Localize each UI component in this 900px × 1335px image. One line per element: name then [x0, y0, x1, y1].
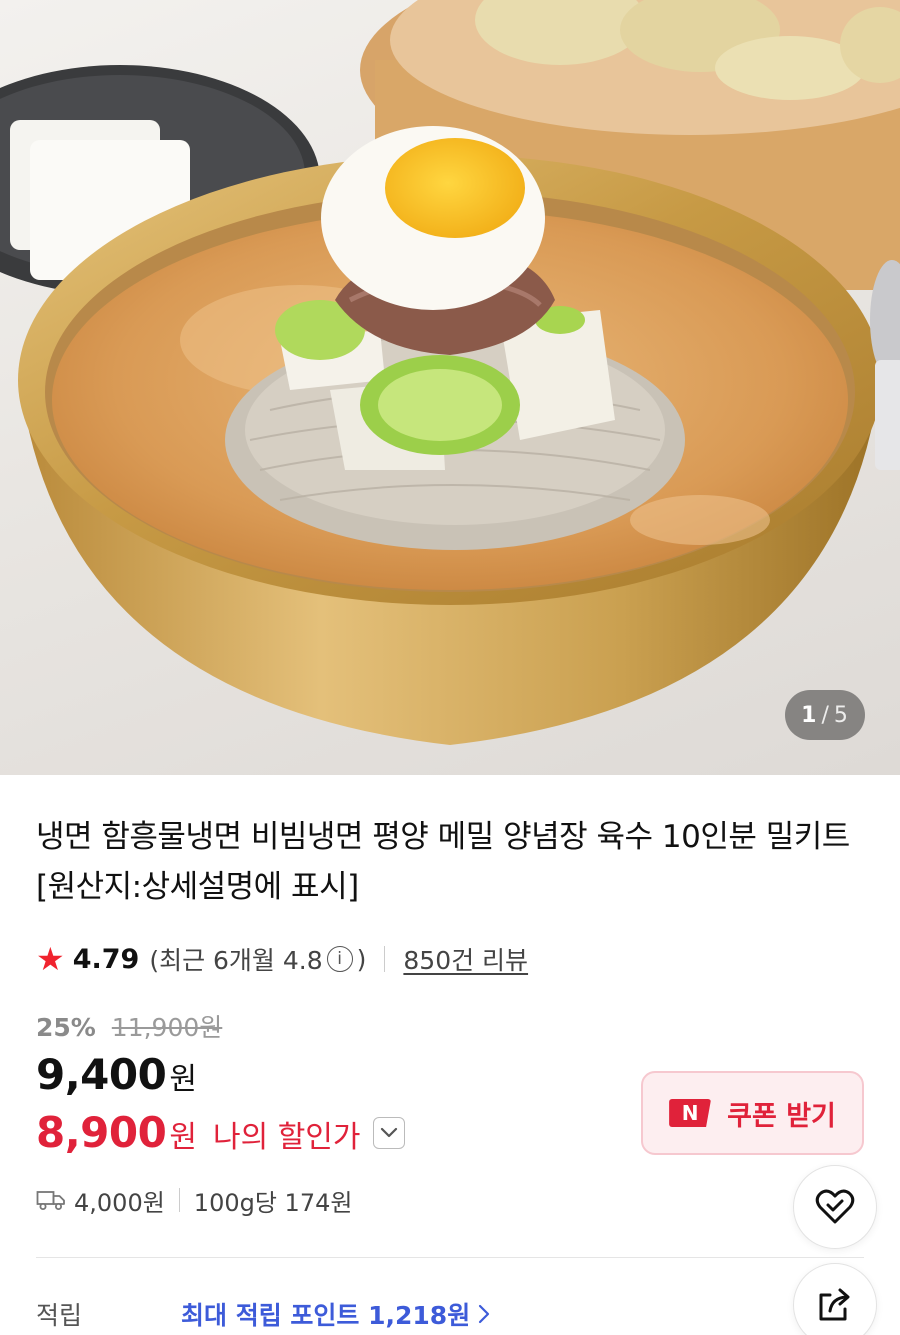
shipping-fee: 4,000원 — [74, 1188, 165, 1217]
product-title: 냉면 함흥물냉면 비빔냉면 평양 메밀 양념장 육수 10인분 밀키트 [원산지… — [36, 819, 850, 905]
info-icon[interactable]: i — [326, 946, 353, 972]
share-button[interactable] — [793, 1263, 877, 1335]
coupon-label: 쿠폰 받기 — [727, 1100, 836, 1132]
chevron-down-icon[interactable] — [372, 1116, 405, 1149]
recent-rating: (최근 6개월 4.8 — [149, 946, 323, 975]
points-value: 최대 적립 포인트 1,218원 — [181, 1301, 471, 1330]
sale-price: 9,400 원 — [36, 1050, 197, 1099]
section-divider — [36, 1257, 864, 1258]
star-icon: ★ — [36, 940, 65, 978]
my-price-value: 8,900 — [36, 1108, 167, 1157]
points-row[interactable]: 적립 최대 적립 포인트 1,218원 — [36, 1296, 490, 1332]
rating-score: 4.79 — [72, 943, 140, 975]
discount-rate: 25% — [36, 1013, 96, 1042]
divider — [178, 1188, 180, 1212]
unit-price: 100g당 174원 — [193, 1188, 353, 1217]
chevron-right-icon — [478, 1296, 490, 1332]
divider — [384, 946, 386, 972]
pager-total: 5 — [833, 702, 849, 728]
review-count-link[interactable]: 850건 리뷰 — [403, 941, 528, 977]
sale-price-value: 9,400 — [36, 1050, 167, 1099]
rating-row: ★ 4.79 (최근 6개월 4.8 i ) 850건 리뷰 — [36, 940, 528, 978]
original-price-row: 25% 11,900원 — [36, 1008, 222, 1044]
truck-icon — [36, 1189, 66, 1211]
pager-separator: / — [821, 702, 830, 728]
shipping-row: 4,000원 100g당 174원 — [36, 1183, 352, 1217]
share-icon — [816, 1287, 854, 1323]
heart-icon — [815, 1189, 855, 1225]
image-pager: 1 / 5 — [785, 690, 865, 740]
product-photo — [0, 0, 900, 745]
n-badge-icon: N — [669, 1099, 712, 1127]
my-discount-price[interactable]: 8,900 원 나의 할인가 — [36, 1108, 405, 1157]
points-label: 적립 — [36, 1301, 83, 1330]
sale-price-currency: 원 — [169, 1062, 197, 1097]
my-price-currency: 원 — [169, 1120, 197, 1155]
my-price-label: 나의 할인가 — [212, 1120, 361, 1155]
coupon-button[interactable]: N 쿠폰 받기 — [641, 1071, 864, 1155]
recent-rating-close: ) — [356, 944, 367, 974]
product-image[interactable]: 1 / 5 — [0, 0, 900, 775]
pager-current: 1 — [801, 702, 818, 728]
wishlist-button[interactable] — [793, 1165, 877, 1249]
original-price: 11,900원 — [111, 1013, 223, 1042]
